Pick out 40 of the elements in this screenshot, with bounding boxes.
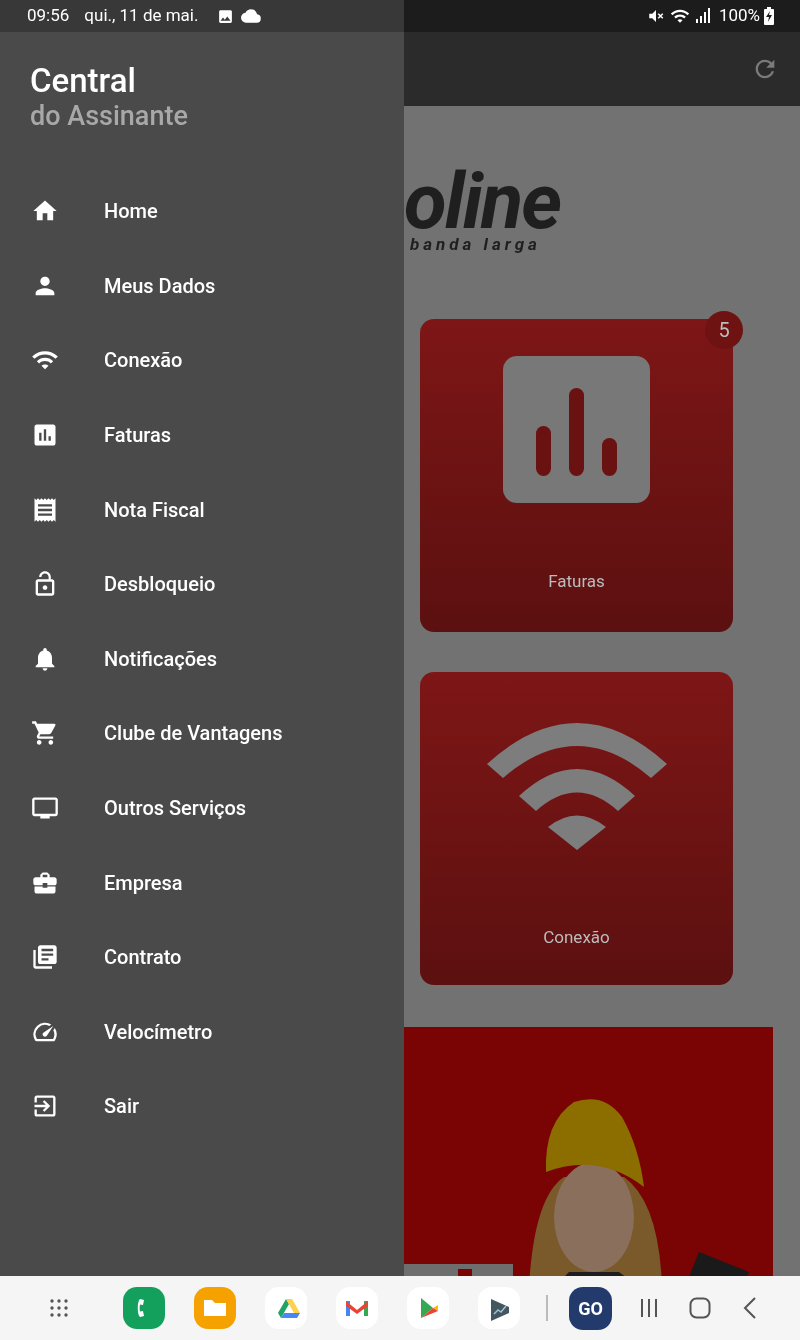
home-button-icon[interactable] — [689, 1297, 711, 1319]
logo-tagline: banda larga — [410, 234, 541, 254]
menu-item[interactable]: Empresa — [0, 845, 404, 920]
battery-icon — [764, 7, 774, 25]
drawer-subtitle: do Assinante — [30, 100, 188, 132]
triangle-app-icon[interactable] — [265, 1287, 307, 1329]
envelope-app-icon[interactable] — [336, 1287, 378, 1329]
image-icon — [217, 7, 235, 25]
notification-badge: 5 — [705, 311, 743, 349]
wifi-icon — [486, 720, 667, 850]
bar-chart-icon — [503, 356, 650, 503]
menu-card[interactable]: Conexão — [420, 672, 733, 985]
menu-item[interactable]: Notificações — [0, 621, 404, 697]
app-drawer-icon[interactable] — [50, 1299, 68, 1317]
recent-apps-icon[interactable] — [639, 1298, 659, 1318]
phone-app-icon[interactable] — [123, 1287, 165, 1329]
chart-app-icon[interactable] — [478, 1287, 520, 1329]
battery-percentage: 100% — [718, 4, 760, 28]
date: qui., 11 de mai. — [84, 4, 199, 28]
drawer-title: Central — [30, 62, 136, 100]
cell-signal-icon — [694, 8, 711, 24]
cloud-icon — [241, 8, 262, 24]
menu-item[interactable]: Conexão — [0, 323, 404, 398]
menu-item[interactable]: Faturas — [0, 397, 404, 473]
clock: 09:56 — [27, 4, 70, 28]
menu-item[interactable]: Velocímetro — [0, 994, 404, 1070]
back-icon[interactable] — [743, 1297, 757, 1319]
menu-item[interactable]: Nota Fiscal — [0, 472, 404, 547]
menu-item[interactable]: Contrato — [0, 919, 404, 995]
pinned-app-button[interactable]: GO — [569, 1286, 612, 1330]
menu-item[interactable]: Home — [0, 174, 404, 249]
logo-wordmark: oline — [404, 170, 562, 234]
menu-item[interactable]: Desbloqueio — [0, 546, 404, 622]
folder-app-icon[interactable] — [194, 1287, 236, 1329]
documents-icon — [31, 943, 59, 972]
menu-item[interactable]: Meus Dados — [0, 248, 404, 324]
menu-item[interactable]: Sair — [0, 1069, 404, 1144]
menu-item[interactable]: Outros Serviços — [0, 770, 404, 846]
menu-item[interactable]: Clube de Vantagens — [0, 696, 404, 771]
play-app-icon[interactable] — [407, 1287, 449, 1329]
